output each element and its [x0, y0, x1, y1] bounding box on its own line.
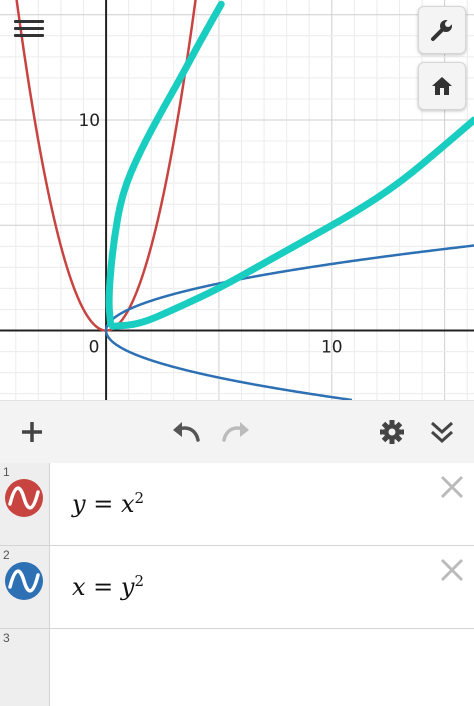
home-icon	[432, 77, 452, 95]
redo-icon	[222, 422, 249, 442]
double-chevron-down-icon	[430, 421, 454, 444]
expression-gutter: 3	[0, 629, 50, 706]
graph-canvas[interactable]: 0 10 10	[0, 0, 474, 400]
collapse-list-button[interactable]	[424, 414, 460, 450]
expression-gutter: 2	[0, 546, 50, 628]
undo-button[interactable]	[168, 414, 204, 450]
expression-input[interactable]: x = y2	[72, 572, 144, 601]
delete-expression-icon[interactable]	[438, 473, 466, 501]
x-tick-label: 0	[89, 338, 100, 358]
expression-list: 1 y = x2 2 x = y2 3	[0, 463, 474, 706]
y-tick-label: 10	[78, 111, 100, 131]
gear-icon	[380, 420, 404, 444]
graph-settings-button[interactable]	[418, 6, 466, 54]
x-tick-label: 10	[321, 338, 343, 358]
freehand-stroke	[105, 0, 225, 328]
add-expression-button[interactable]	[14, 414, 50, 450]
menu-button[interactable]	[14, 16, 44, 46]
home-button[interactable]	[418, 62, 466, 110]
redo-button[interactable]	[218, 414, 254, 450]
expression-index: 2	[3, 548, 10, 562]
expression-row-2[interactable]: 2 x = y2	[0, 546, 474, 629]
expression-row-1[interactable]: 1 y = x2	[0, 463, 474, 546]
sideways-parabola-curve	[104, 244, 474, 400]
expression-toolbar	[0, 400, 474, 464]
wrench-icon	[431, 18, 454, 41]
expression-gutter: 1	[0, 463, 50, 545]
expression-index: 3	[3, 631, 10, 645]
curve-toggle-icon[interactable]	[4, 561, 44, 601]
parabola-curve	[15, 0, 197, 332]
expression-index: 1	[3, 465, 10, 479]
expression-input[interactable]: y = x2	[72, 489, 144, 518]
curve-toggle-icon[interactable]	[4, 478, 44, 518]
plus-icon	[22, 422, 42, 442]
graph-svg[interactable]: 0 10 10	[0, 0, 474, 400]
settings-button[interactable]	[374, 414, 410, 450]
expression-row-3[interactable]: 3	[0, 629, 474, 706]
delete-expression-icon[interactable]	[438, 556, 466, 584]
undo-icon	[173, 422, 200, 442]
